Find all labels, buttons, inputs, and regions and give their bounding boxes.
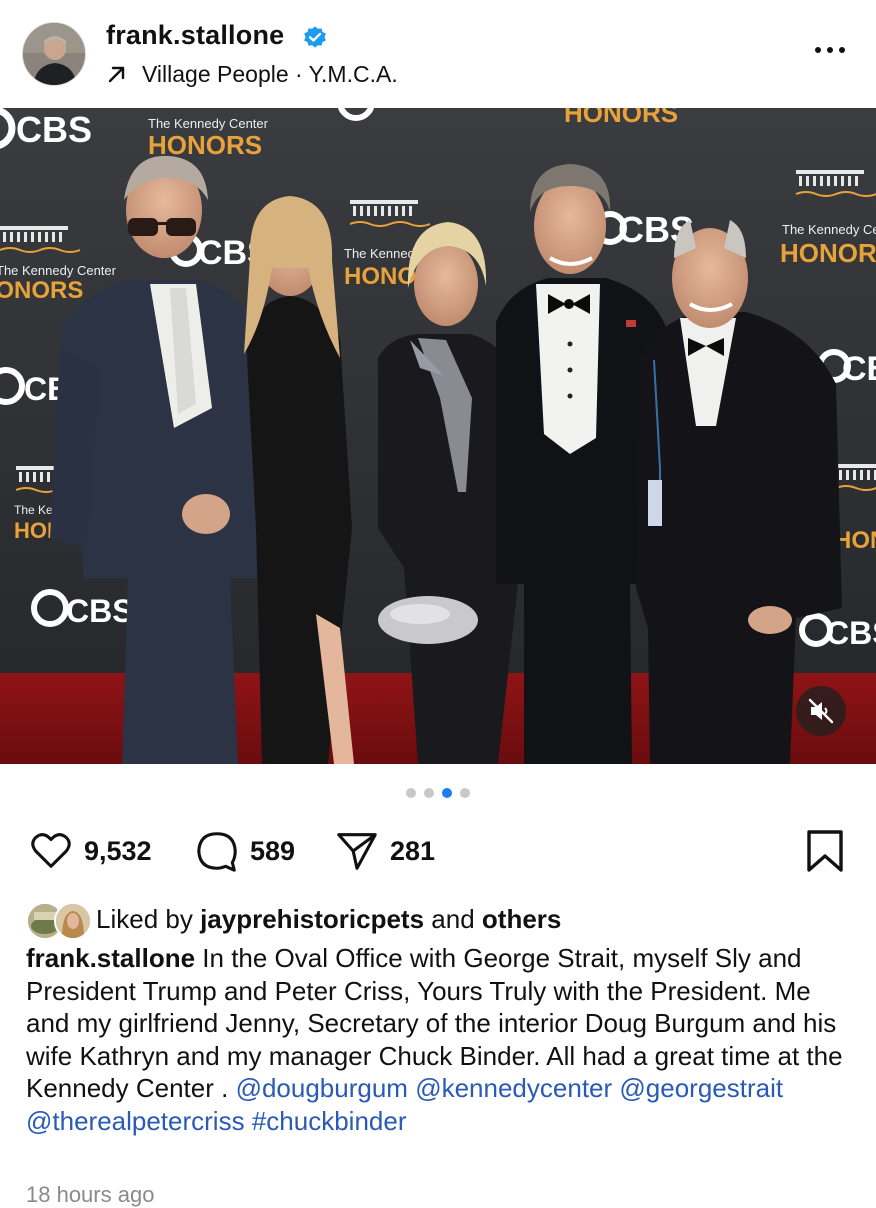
- liked-by-middle: and: [431, 903, 475, 934]
- post-photo[interactable]: CBS The Kennedy Center HONORS HONORS The…: [0, 108, 876, 764]
- backdrop-honors-text: HONORS: [564, 108, 678, 128]
- backdrop-cbs-text: CBS: [66, 593, 134, 629]
- carousel-indicator: [0, 788, 876, 802]
- comment-bubble-icon: [197, 832, 237, 872]
- backdrop-honors-text: HONORS: [780, 238, 876, 268]
- kc-honors-logo: The Kennedy Center HONORS: [148, 116, 269, 160]
- likes-count: 9,532: [84, 835, 152, 866]
- speaker-muted-icon: [808, 698, 834, 724]
- carousel-dot: [460, 788, 470, 798]
- backdrop-cbs-text: CBS: [826, 615, 876, 651]
- caption-tag[interactable]: @dougburgum: [236, 1073, 408, 1103]
- backdrop-kc-text: The Kennedy Center: [148, 116, 269, 131]
- like-button[interactable]: 9,532: [28, 828, 152, 874]
- caption-tag[interactable]: #chuckbinder: [252, 1106, 407, 1136]
- backdrop-cbs-text: CBS: [842, 350, 876, 388]
- arrow-up-right-icon: [108, 66, 125, 83]
- post-username[interactable]: frank.stallone: [106, 20, 284, 51]
- carousel-dot-active: [442, 788, 452, 798]
- audio-track-label: Village People · Y.M.C.A.: [142, 60, 398, 87]
- liked-by-user[interactable]: jayprehistoricpets: [200, 904, 424, 935]
- caption-username[interactable]: frank.stallone: [26, 943, 195, 973]
- action-bar: 9,532 589 281: [0, 822, 876, 878]
- share-button[interactable]: 281: [334, 828, 435, 874]
- backdrop-cbs-text: CBS: [16, 109, 92, 150]
- post-caption: frank.stallone In the Oval Office with G…: [26, 942, 856, 1137]
- verified-badge-icon: [304, 26, 326, 48]
- post-timestamp: 18 hours ago: [26, 1182, 155, 1207]
- shares-count: 281: [390, 835, 436, 866]
- audio-track-link[interactable]: Village People · Y.M.C.A.: [106, 58, 398, 90]
- backdrop-kc-text: The Kennedy Center: [782, 222, 876, 237]
- red-carpet-photo: CBS The Kennedy Center HONORS HONORS The…: [0, 108, 876, 764]
- caption-tag[interactable]: @therealpetercriss: [26, 1106, 245, 1136]
- honors-logo-top: HONORS: [564, 108, 678, 128]
- liked-by-row[interactable]: Liked by jayprehistoricpets and others: [26, 898, 561, 940]
- profile-avatar[interactable]: [22, 22, 86, 86]
- more-horizontal-icon[interactable]: [812, 38, 848, 62]
- bookmark-icon[interactable]: [804, 828, 846, 874]
- caption-tag[interactable]: @georgestrait: [619, 1073, 783, 1103]
- paper-plane-icon: [337, 833, 377, 870]
- avatar-photo: [23, 23, 85, 85]
- backdrop-honors-text: HONORS: [0, 277, 83, 304]
- liked-by-prefix: Liked by: [96, 903, 193, 934]
- heart-icon: [31, 833, 71, 868]
- post-header: frank.stallone Village People · Y.M.C.A.: [0, 0, 876, 108]
- carousel-dot: [406, 788, 416, 798]
- carousel-dot: [424, 788, 434, 798]
- liker-avatars: [26, 899, 92, 940]
- caption-tag[interactable]: @kennedycenter: [415, 1073, 612, 1103]
- comments-count: 589: [250, 835, 296, 866]
- liked-by-others[interactable]: others: [482, 904, 561, 935]
- backdrop-kc-text: The Kennedy Center: [0, 263, 117, 278]
- backdrop-honors-text: HONORS: [148, 130, 262, 160]
- liker-avatar: [54, 902, 92, 940]
- mute-toggle-button[interactable]: [796, 686, 846, 736]
- comment-button[interactable]: 589: [194, 828, 295, 874]
